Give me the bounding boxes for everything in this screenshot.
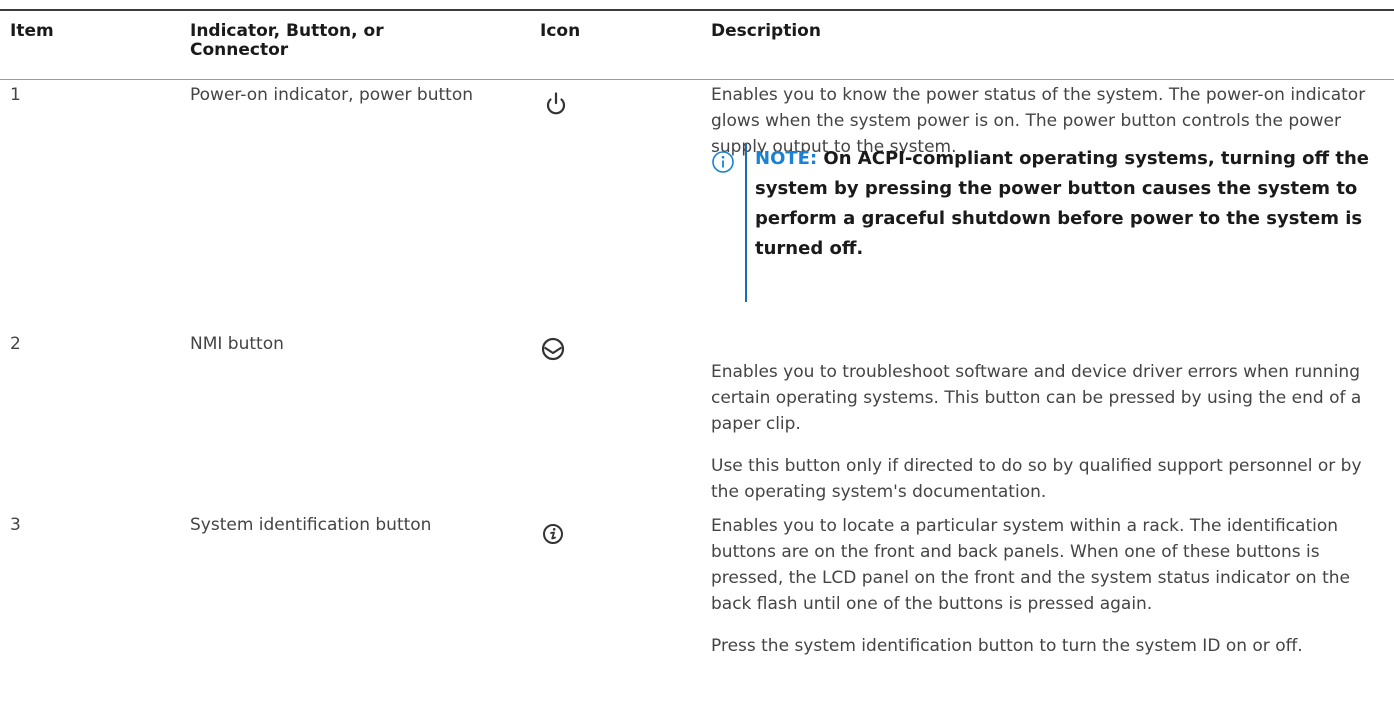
row2-indicator: NMI button xyxy=(190,334,284,354)
row3-description-p2: Press the system identification button t… xyxy=(711,636,1303,656)
row2-description-p1: Enables you to troubleshoot software and… xyxy=(711,362,1362,434)
header-rule xyxy=(0,79,1394,80)
nmi-icon xyxy=(540,336,600,362)
row1-indicator: Power-on indicator, power button xyxy=(190,85,473,105)
info-icon xyxy=(711,150,735,174)
table-top-rule xyxy=(0,9,1394,11)
note-bar xyxy=(745,144,747,302)
header-description: Description xyxy=(711,21,821,41)
note-text: NOTE: On ACPI-compliant operating system… xyxy=(755,144,1394,264)
row3-item: 3 xyxy=(10,515,21,535)
row1-item: 1 xyxy=(10,85,21,105)
row2-item: 2 xyxy=(10,334,21,354)
row3-indicator: System identification button xyxy=(190,515,432,535)
header-indicator: Indicator, Button, or Connector xyxy=(190,21,384,60)
row2-description-p2: Use this button only if directed to do s… xyxy=(711,456,1362,502)
power-icon xyxy=(542,90,602,118)
header-icon: Icon xyxy=(540,21,581,41)
row3-description-p1: Enables you to locate a particular syste… xyxy=(711,516,1350,614)
note-label: NOTE: xyxy=(755,148,818,169)
note-body: On ACPI-compliant operating systems, tur… xyxy=(755,148,1370,259)
header-item: Item xyxy=(10,21,54,41)
system-id-icon xyxy=(541,522,601,546)
row2-description: Enables you to troubleshoot software and… xyxy=(711,359,1391,505)
row3-description: Enables you to locate a particular syste… xyxy=(711,513,1391,659)
